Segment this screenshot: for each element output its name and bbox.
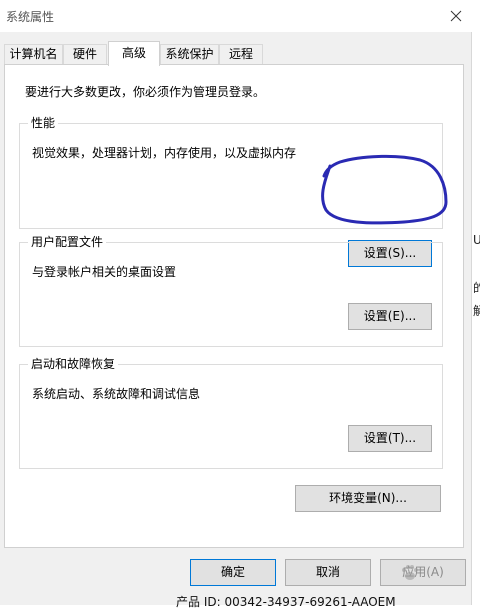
tab-computer-name[interactable]: 计算机名 — [4, 44, 63, 65]
advanced-panel: 要进行大多数更改，你必须作为管理员登录。 性能 视觉效果，处理器计划，内存使用，… — [4, 64, 464, 548]
title-bar[interactable]: 系统属性 — [0, 0, 472, 32]
tab-advanced[interactable]: 高级 — [108, 41, 160, 66]
performance-group: 性能 视觉效果，处理器计划，内存使用，以及虚拟内存 设置(S)... — [19, 116, 443, 267]
user-profiles-description: 与登录帐户相关的桌面设置 — [32, 265, 177, 279]
window-title: 系统属性 — [6, 10, 55, 24]
startup-recovery-settings-button[interactable]: 设置(T)... — [348, 425, 432, 452]
user-profiles-group: 用户配置文件 与登录帐户相关的桌面设置 设置(E)... — [19, 235, 443, 347]
background-window-fragment: 解 — [473, 304, 480, 318]
product-id-text: 产品 ID: 00342-34937-69261-AAOEM — [176, 595, 396, 609]
performance-description: 视觉效果，处理器计划，内存使用，以及虚拟内存 — [32, 146, 297, 160]
user-profiles-title: 用户配置文件 — [28, 235, 107, 249]
background-window-fragment: 的 — [473, 281, 480, 295]
tab-hardware[interactable]: 硬件 — [63, 44, 107, 65]
startup-recovery-description: 系统启动、系统故障和调试信息 — [32, 387, 201, 401]
watermark-logo — [360, 560, 468, 586]
cancel-button[interactable]: 取消 — [285, 559, 371, 586]
system-properties-dialog: 系统属性 计算机名 硬件 高级 系统保护 远程 要进行大多数更改，你必须作为管理… — [0, 0, 472, 605]
user-profiles-settings-button[interactable]: 设置(E)... — [348, 303, 432, 330]
admin-notice: 要进行大多数更改，你必须作为管理员登录。 — [25, 85, 266, 99]
close-button[interactable] — [440, 0, 472, 32]
close-icon — [450, 10, 462, 22]
startup-recovery-group: 启动和故障恢复 系统启动、系统故障和调试信息 设置(T)... — [19, 357, 443, 469]
background-window-fragment: U — [473, 233, 480, 247]
paw-icon — [402, 565, 418, 580]
ok-button[interactable]: 确定 — [190, 559, 276, 586]
environment-variables-button[interactable]: 环境变量(N)... — [295, 485, 441, 512]
tab-remote[interactable]: 远程 — [219, 44, 263, 65]
performance-title: 性能 — [28, 116, 59, 130]
startup-recovery-title: 启动和故障恢复 — [28, 357, 119, 371]
tab-system-protection[interactable]: 系统保护 — [160, 44, 219, 65]
